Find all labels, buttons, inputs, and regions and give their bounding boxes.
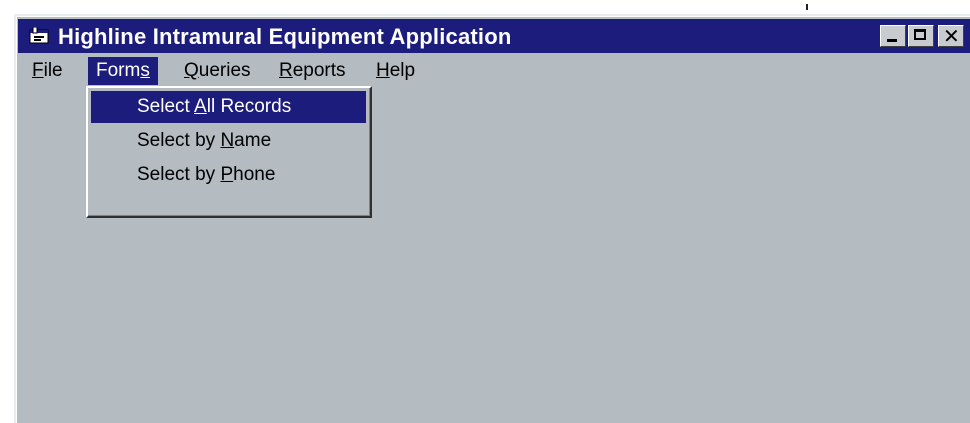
- menu-item-label-post: ame: [234, 130, 272, 151]
- app-icon[interactable]: [28, 27, 50, 45]
- menu-help-label: elp: [389, 60, 416, 81]
- maximize-button[interactable]: [908, 25, 934, 47]
- menu-help-accelerator: H: [376, 60, 390, 81]
- menu-item-label-post: ll Records: [206, 96, 292, 117]
- menu-file-label: ile: [43, 60, 63, 81]
- close-button[interactable]: ✕: [938, 25, 964, 47]
- menu-queries-label: ueries: [198, 60, 251, 81]
- title-bar[interactable]: Highline Intramural Equipment Applicatio…: [18, 19, 970, 53]
- menu-item-label-post: hone: [233, 164, 276, 185]
- menu-item-select-by-phone[interactable]: Select by Phone: [91, 159, 366, 191]
- minimize-button[interactable]: [880, 25, 906, 47]
- menu-forms[interactable]: Forms: [88, 57, 158, 85]
- menu-item-label: Select by: [137, 130, 221, 151]
- menu-file-accelerator: F: [32, 60, 44, 81]
- menu-help[interactable]: Help: [368, 57, 423, 85]
- window-title: Highline Intramural Equipment Applicatio…: [58, 24, 512, 49]
- forms-dropdown-menu: Select All Records Select by Name Select…: [86, 86, 372, 218]
- menu-forms-label: Form: [96, 60, 141, 81]
- menu-item-accelerator: A: [194, 96, 207, 117]
- application-window: Highline Intramural Equipment Applicatio…: [14, 14, 970, 423]
- menu-file[interactable]: File: [24, 57, 71, 85]
- menu-reports[interactable]: Reports: [271, 57, 354, 85]
- menu-item-label: Select: [137, 96, 195, 117]
- menu-item-accelerator: N: [220, 130, 235, 151]
- stray-mark: [806, 4, 808, 10]
- menu-queries[interactable]: Queries: [176, 57, 259, 85]
- maximize-icon: [914, 29, 926, 40]
- menu-reports-label: eports: [292, 60, 346, 81]
- menu-item-select-by-name[interactable]: Select by Name: [91, 125, 366, 157]
- menu-reports-accelerator: R: [279, 60, 293, 81]
- menu-item-accelerator: P: [220, 164, 234, 185]
- menu-item-label: Select by: [137, 164, 221, 185]
- minimize-icon: [887, 39, 897, 42]
- menu-item-select-all-records[interactable]: Select All Records: [91, 91, 366, 123]
- close-icon: ✕: [943, 24, 960, 48]
- menu-queries-accelerator: Q: [184, 60, 199, 81]
- menu-bar: File Forms Queries Reports Help: [18, 56, 970, 86]
- menu-forms-accelerator: s: [140, 60, 150, 81]
- window-controls: ✕: [878, 25, 964, 49]
